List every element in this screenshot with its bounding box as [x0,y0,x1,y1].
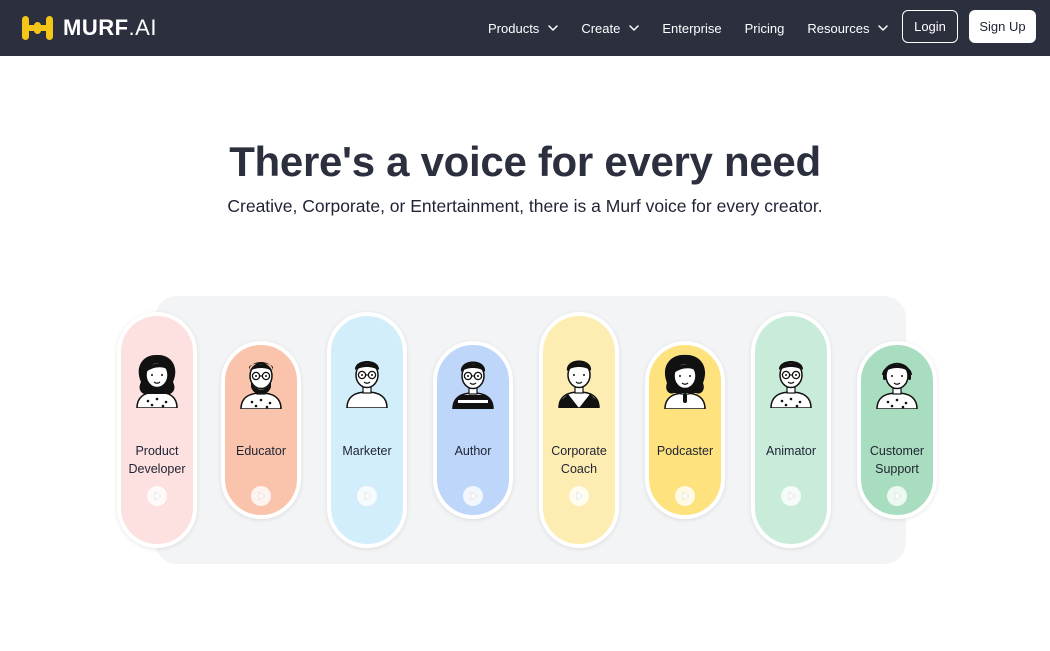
nav-enterprise-label: Enterprise [662,20,722,36]
nav-create-label: Create [581,20,621,36]
play-icon[interactable] [675,486,695,506]
chevron-down-icon [878,25,889,31]
voice-card-product-developer[interactable]: Product Developer [117,312,197,548]
voice-card-educator[interactable]: Educator [221,341,301,519]
play-icon[interactable] [251,486,271,506]
play-icon[interactable] [463,486,483,506]
woman-headset-avatar-icon [876,362,918,409]
main-nav: Products Create Enterprise Pricing Resou… [488,0,889,56]
signup-button[interactable]: Sign Up [969,10,1036,43]
nav-resources[interactable]: Resources [807,20,889,36]
play-icon[interactable] [569,486,589,506]
voice-card-label: Customer Support [869,444,925,476]
man-glasses-avatar-icon [346,361,388,408]
voice-card-podcaster[interactable]: Podcaster [645,341,725,519]
voice-card-marketer[interactable]: Marketer [327,312,407,548]
man-glasses-striped-shirt-avatar-icon [452,361,494,409]
nav-products-label: Products [488,20,540,36]
voice-card-label: Corporate Coach [551,444,607,476]
voice-card-label: Product Developer [128,444,186,476]
nav-resources-label: Resources [807,20,870,36]
voice-card-label: Podcaster [656,444,714,458]
murf-logo-text: MURF.AI [63,15,157,40]
top-navbar: MURF.AI Products Create Enterprise Prici… [0,0,1050,56]
voice-card-label: Author [454,444,492,458]
nav-pricing[interactable]: Pricing [745,21,785,36]
login-button[interactable]: Login [902,10,958,43]
play-icon[interactable] [781,486,801,506]
murf-logo-mark-icon [22,16,53,40]
nav-pricing-label: Pricing [744,20,785,36]
chevron-down-icon [629,25,640,31]
woman-curly-hair-avatar-icon [136,354,178,408]
page-title: There's a voice for every need [229,138,821,185]
voice-card-label: Educator [235,444,287,458]
bearded-man-glasses-avatar-icon [240,362,282,409]
voice-card-corporate-coach[interactable]: Corporate Coach [539,312,619,548]
voice-card-customer-support[interactable]: Customer Support [857,341,937,519]
voice-card-animator[interactable]: Animator [751,312,831,548]
man-blazer-avatar-icon [558,360,600,408]
play-icon[interactable] [147,486,167,506]
play-icon[interactable] [357,486,377,506]
woman-microphone-avatar-icon [664,354,706,409]
nav-products[interactable]: Products [488,20,559,36]
play-icon[interactable] [887,486,907,506]
man-glasses-patterned-shirt-avatar-icon [770,361,812,408]
nav-enterprise[interactable]: Enterprise [662,21,721,36]
voice-card-label: Animator [765,444,817,458]
chevron-down-icon [548,25,559,31]
voice-card-author[interactable]: Author [433,341,513,519]
nav-create[interactable]: Create [581,20,640,36]
page-subtitle: Creative, Corporate, or Entertainment, t… [227,196,823,216]
murf-logo[interactable]: MURF.AI [22,12,157,44]
voice-card-label: Marketer [342,444,392,458]
